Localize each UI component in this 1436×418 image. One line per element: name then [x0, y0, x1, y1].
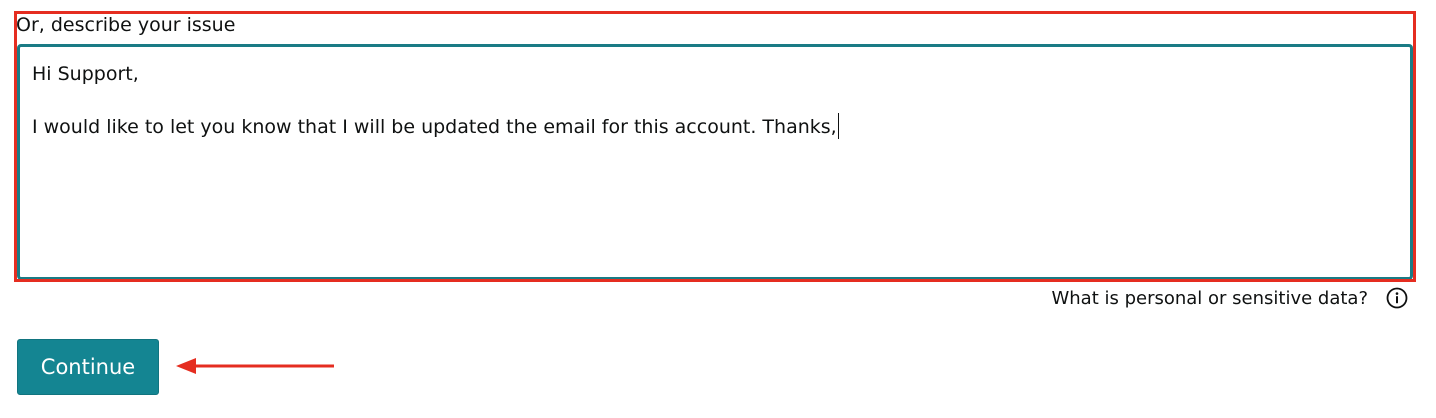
support-page: Or, describe your issue Hi Support, I wo…: [0, 0, 1436, 418]
sensitive-data-link[interactable]: What is personal or sensitive data?: [1051, 288, 1368, 309]
annotation-highlight-box: [14, 11, 1416, 282]
annotation-arrow: [176, 358, 334, 374]
continue-button[interactable]: Continue: [17, 339, 159, 395]
info-icon[interactable]: [1386, 287, 1408, 309]
sensitive-data-help: What is personal or sensitive data?: [1051, 287, 1408, 309]
